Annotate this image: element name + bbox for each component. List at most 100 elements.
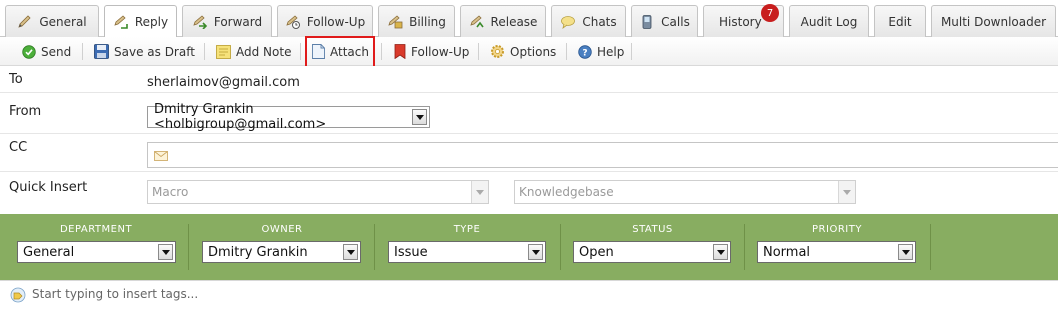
ticket-properties-bar: DEPARTMENT General OWNER Dmitry Grankin …	[0, 214, 1058, 280]
macro-select[interactable]: Macro	[147, 180, 489, 204]
tab-billing[interactable]: Billing	[378, 5, 455, 37]
envelope-icon	[154, 151, 168, 161]
owner-select[interactable]: Dmitry Grankin	[202, 241, 361, 263]
row-divider	[0, 92, 1058, 93]
tab-edit[interactable]: Edit	[874, 5, 926, 37]
toolbar-divider	[300, 43, 301, 60]
tab-label: Billing	[409, 14, 446, 29]
department-value: General	[23, 244, 75, 260]
tab-label: Edit	[888, 14, 912, 29]
follow-up-label: Follow-Up	[411, 44, 470, 59]
owner-value: Dmitry Grankin	[208, 244, 308, 260]
tab-label: Reply	[134, 15, 169, 29]
release-icon	[469, 14, 484, 27]
toolbar-divider	[631, 43, 632, 60]
chevron-down-icon	[158, 244, 173, 260]
from-label: From	[9, 104, 42, 119]
chevron-down-icon	[528, 244, 543, 260]
chevron-down-icon	[412, 109, 427, 125]
save-draft-button[interactable]: Save as Draft	[94, 40, 195, 63]
check-circle-icon	[22, 44, 36, 59]
phone-icon	[642, 14, 652, 29]
cc-input[interactable]	[147, 142, 1058, 168]
cc-label: CC	[9, 140, 28, 155]
chevron-down-icon	[713, 244, 728, 260]
tab-label: Forward	[213, 14, 263, 29]
tab-calls[interactable]: Calls	[631, 5, 698, 37]
toolbar-divider	[478, 43, 479, 60]
tab-forward[interactable]: Forward	[182, 5, 272, 37]
sticky-note-icon	[216, 44, 231, 59]
type-select[interactable]: Issue	[388, 241, 546, 263]
floppy-disk-icon	[94, 44, 109, 59]
tab-follow-up[interactable]: Follow-Up	[277, 5, 373, 37]
svg-text:?: ?	[582, 48, 587, 58]
macro-select-placeholder: Macro	[152, 185, 189, 199]
forward-icon	[193, 14, 207, 29]
owner-header: OWNER	[261, 224, 303, 235]
tab-general[interactable]: General	[5, 5, 99, 37]
row-divider	[0, 171, 1058, 172]
options-button[interactable]: Options	[490, 40, 556, 63]
send-label: Send	[41, 44, 72, 59]
tags-input[interactable]: Start typing to insert tags...	[0, 280, 1058, 311]
gear-icon	[491, 45, 504, 58]
clock-icon	[286, 14, 300, 29]
tab-label: Audit Log	[800, 14, 858, 29]
tab-label: General	[39, 14, 87, 29]
row-divider	[0, 133, 1058, 134]
options-label: Options	[510, 44, 557, 59]
tab-chats[interactable]: Chats	[551, 5, 626, 37]
type-header: TYPE	[453, 224, 481, 235]
history-count-badge: 7	[761, 4, 779, 22]
toolbar-divider	[82, 43, 83, 60]
knowledgebase-select[interactable]: Knowledgebase	[514, 180, 856, 204]
tab-release[interactable]: Release	[460, 5, 546, 37]
department-select[interactable]: General	[17, 241, 176, 263]
to-label: To	[9, 72, 23, 87]
bookmark-flag-icon	[394, 44, 406, 59]
from-select-value: Dmitry Grankin <holbigroup@gmail.com>	[154, 102, 327, 132]
quick-insert-label: Quick Insert	[9, 180, 88, 195]
status-header: STATUS	[632, 224, 673, 235]
toolbar-divider	[381, 43, 382, 60]
reply-icon	[114, 15, 128, 29]
attach-highlight-box	[305, 36, 375, 69]
tab-history[interactable]: History 7	[703, 4, 784, 37]
tag-icon	[10, 287, 26, 303]
help-icon: ?	[578, 44, 592, 59]
tab-label: Chats	[582, 14, 617, 29]
tab-label: Multi Downloader	[940, 14, 1047, 29]
action-toolbar: Send Save as Draft Add Note Attach Follo…	[0, 37, 1058, 66]
chevron-down-icon	[343, 244, 358, 260]
follow-up-button[interactable]: Follow-Up	[394, 40, 469, 63]
tab-reply[interactable]: Reply	[104, 5, 177, 38]
add-note-button[interactable]: Add Note	[216, 40, 291, 63]
help-button[interactable]: ? Help	[578, 40, 624, 63]
send-button[interactable]: Send	[22, 40, 71, 63]
chevron-down-icon	[898, 244, 913, 260]
chat-bubble-icon	[561, 15, 576, 29]
department-header: DEPARTMENT	[59, 224, 133, 235]
priority-header: PRIORITY	[812, 224, 862, 235]
tab-audit-log[interactable]: Audit Log	[789, 5, 869, 37]
tab-bar: General Reply Forward Follow-Up Billing …	[0, 0, 1058, 38]
billing-icon	[388, 14, 403, 28]
tab-label: Calls	[661, 14, 690, 29]
tags-placeholder: Start typing to insert tags...	[32, 287, 199, 301]
add-note-label: Add Note	[236, 44, 292, 59]
save-draft-label: Save as Draft	[114, 44, 195, 59]
status-select[interactable]: Open	[573, 241, 731, 263]
knowledgebase-select-placeholder: Knowledgebase	[519, 185, 614, 199]
priority-select[interactable]: Normal	[757, 241, 916, 263]
toolbar-divider	[204, 43, 205, 60]
type-value: Issue	[394, 244, 428, 260]
priority-value: Normal	[763, 244, 811, 260]
help-label: Help	[597, 44, 625, 59]
from-select[interactable]: Dmitry Grankin <holbigroup@gmail.com>	[147, 102, 430, 132]
to-value: sherlaimov@gmail.com	[147, 75, 300, 90]
reply-form: To sherlaimov@gmail.com From Dmitry Gran…	[0, 66, 1058, 214]
chevron-down-icon	[838, 181, 855, 203]
tab-label: Release	[490, 14, 538, 29]
tab-multi-downloader[interactable]: Multi Downloader	[931, 5, 1056, 37]
